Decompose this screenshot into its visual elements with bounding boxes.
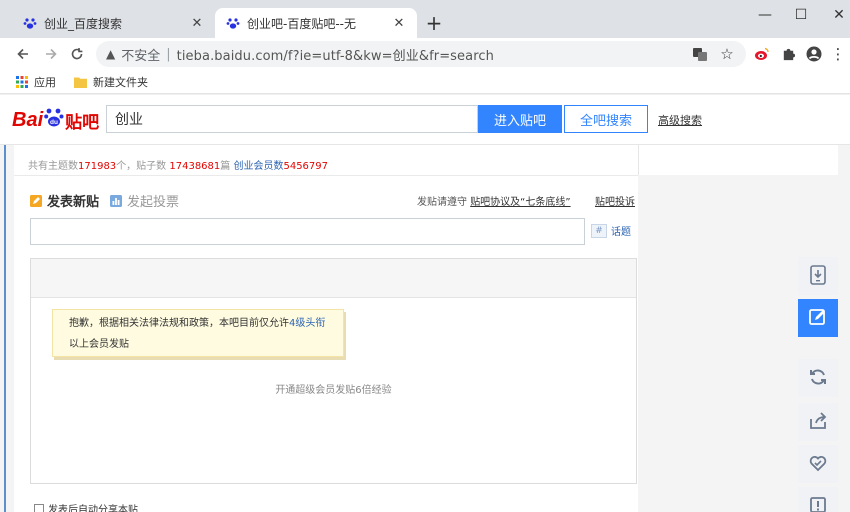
auto-share-option[interactable]: 发表后自动分享本贴 (34, 501, 138, 512)
tab-start-vote[interactable]: 发起投票 (110, 191, 179, 210)
permission-notice: 抱歉，根据相关法律法规和政策，本吧目前仅允许4级头衔 以上会员发贴 (52, 309, 344, 357)
menu-kebab-icon[interactable]: ⋮ (828, 44, 848, 64)
weibo-extension-icon[interactable] (752, 44, 772, 64)
hashtag-icon: # (591, 223, 607, 238)
refresh-icon (808, 367, 828, 390)
forum-report-link[interactable]: 贴吧投诉 (595, 193, 635, 208)
close-window-button[interactable]: ✕ (824, 5, 850, 25)
extensions-puzzle-icon[interactable] (778, 44, 798, 64)
download-app-button[interactable] (798, 257, 838, 295)
back-arrow-icon[interactable] (12, 43, 34, 65)
download-app-icon (809, 264, 827, 288)
apps-grid-icon (16, 75, 28, 88)
post-title-input[interactable] (30, 218, 585, 245)
search-all-forums-button[interactable]: 全吧搜索 (564, 105, 648, 133)
report-button[interactable] (798, 487, 838, 512)
baidu-paw-icon: du (44, 106, 64, 134)
tab-new-post[interactable]: 发表新贴 (30, 191, 99, 210)
left-edge-border (4, 145, 6, 512)
browser-toolbar: ▲ 不安全 | tieba.baidu.com/f?ie=utf-8&kw=创业… (0, 38, 850, 70)
folder-icon (74, 76, 87, 88)
refresh-button[interactable] (798, 359, 838, 397)
tieba-header: Bai du 贴吧 创业 进入贴吧 全吧搜索 高级搜索 (0, 95, 850, 145)
new-tab-button[interactable]: + (424, 13, 444, 33)
topic-button[interactable]: # 话题 (591, 223, 631, 238)
editor-toolbar (31, 259, 636, 298)
favorite-button[interactable] (798, 445, 838, 483)
edit-post-icon (808, 307, 828, 330)
tab-baidu-search[interactable]: 创业_百度搜索 ✕ (12, 8, 215, 38)
tab-title: 创业吧-百度贴吧--无 (247, 16, 356, 31)
report-icon (808, 495, 828, 512)
bookmark-new-folder[interactable]: 新建文件夹 (74, 74, 148, 90)
maximize-button[interactable]: ☐ (786, 5, 816, 25)
minimize-button[interactable]: — (750, 5, 780, 25)
posting-rules: 发贴请遵守 贴吧协议及“七条底线” (417, 197, 571, 208)
advanced-search-link[interactable]: 高级搜索 (658, 112, 702, 128)
tab-close-icon[interactable]: ✕ (391, 15, 407, 31)
forum-agreement-link[interactable]: 贴吧协议及“七条底线” (470, 197, 570, 208)
edit-square-icon (30, 194, 42, 207)
share-button[interactable] (798, 403, 838, 441)
forward-arrow-icon[interactable] (40, 43, 62, 65)
post-area: 共有主题数171983个，贴子数 17438681篇 创业会员数5456797 … (14, 145, 638, 512)
bookmark-star-icon[interactable]: ☆ (717, 44, 737, 64)
address-separator: | (166, 46, 171, 62)
forum-stats: 共有主题数171983个，贴子数 17438681篇 创业会员数5456797 (28, 161, 329, 172)
url-text[interactable]: tieba.baidu.com/f?ie=utf-8&kw=创业&fr=sear… (177, 45, 494, 64)
super-member-hint[interactable]: 开通超级会员发贴6倍经验 (31, 381, 636, 396)
baidu-paw-icon (225, 15, 241, 31)
translate-icon[interactable] (690, 44, 710, 64)
warning-triangle-icon: ▲ (106, 47, 116, 61)
browser-tab-strip: 创业_百度搜索 ✕ 创业吧-百度贴吧--无 ✕ + — ☐ ✕ (0, 0, 850, 38)
bookmarks-bar: 应用 新建文件夹 (0, 70, 850, 94)
bookmark-apps[interactable]: 应用 (16, 74, 56, 90)
svg-text:du: du (50, 119, 58, 126)
baidu-paw-icon (22, 15, 38, 31)
tab-tieba[interactable]: 创业吧-百度贴吧--无 ✕ (215, 8, 417, 38)
favorite-heart-icon (808, 453, 828, 476)
share-icon (808, 411, 828, 434)
profile-avatar-icon[interactable] (804, 44, 824, 64)
divider (14, 175, 638, 176)
right-sidebar-panel (638, 145, 838, 175)
edit-post-button[interactable] (798, 299, 838, 337)
enter-forum-button[interactable]: 进入贴吧 (478, 105, 562, 133)
bar-chart-icon (110, 194, 122, 207)
security-label: 不安全 (121, 48, 161, 64)
level-requirement-link[interactable]: 4级头衔 (289, 318, 325, 329)
tab-title: 创业_百度搜索 (44, 16, 123, 31)
post-editor[interactable]: 抱歉，根据相关法律法规和政策，本吧目前仅允许4级头衔 以上会员发贴 开通超级会员… (30, 258, 637, 484)
baidu-tieba-logo[interactable]: Bai du 贴吧 (12, 105, 99, 135)
reload-icon[interactable] (66, 43, 88, 65)
members-link[interactable]: 创业会员数 (233, 161, 283, 172)
tab-close-icon[interactable]: ✕ (189, 15, 205, 31)
tieba-search-input[interactable]: 创业 (106, 105, 478, 133)
page-content: 共有主题数171983个，贴子数 17438681篇 创业会员数5456797 … (0, 145, 850, 512)
bookmark-label: 应用 (34, 75, 56, 89)
address-bar[interactable]: ▲ 不安全 | tieba.baidu.com/f?ie=utf-8&kw=创业… (96, 41, 746, 67)
auto-share-checkbox[interactable] (34, 503, 44, 512)
bookmark-label: 新建文件夹 (93, 75, 148, 89)
